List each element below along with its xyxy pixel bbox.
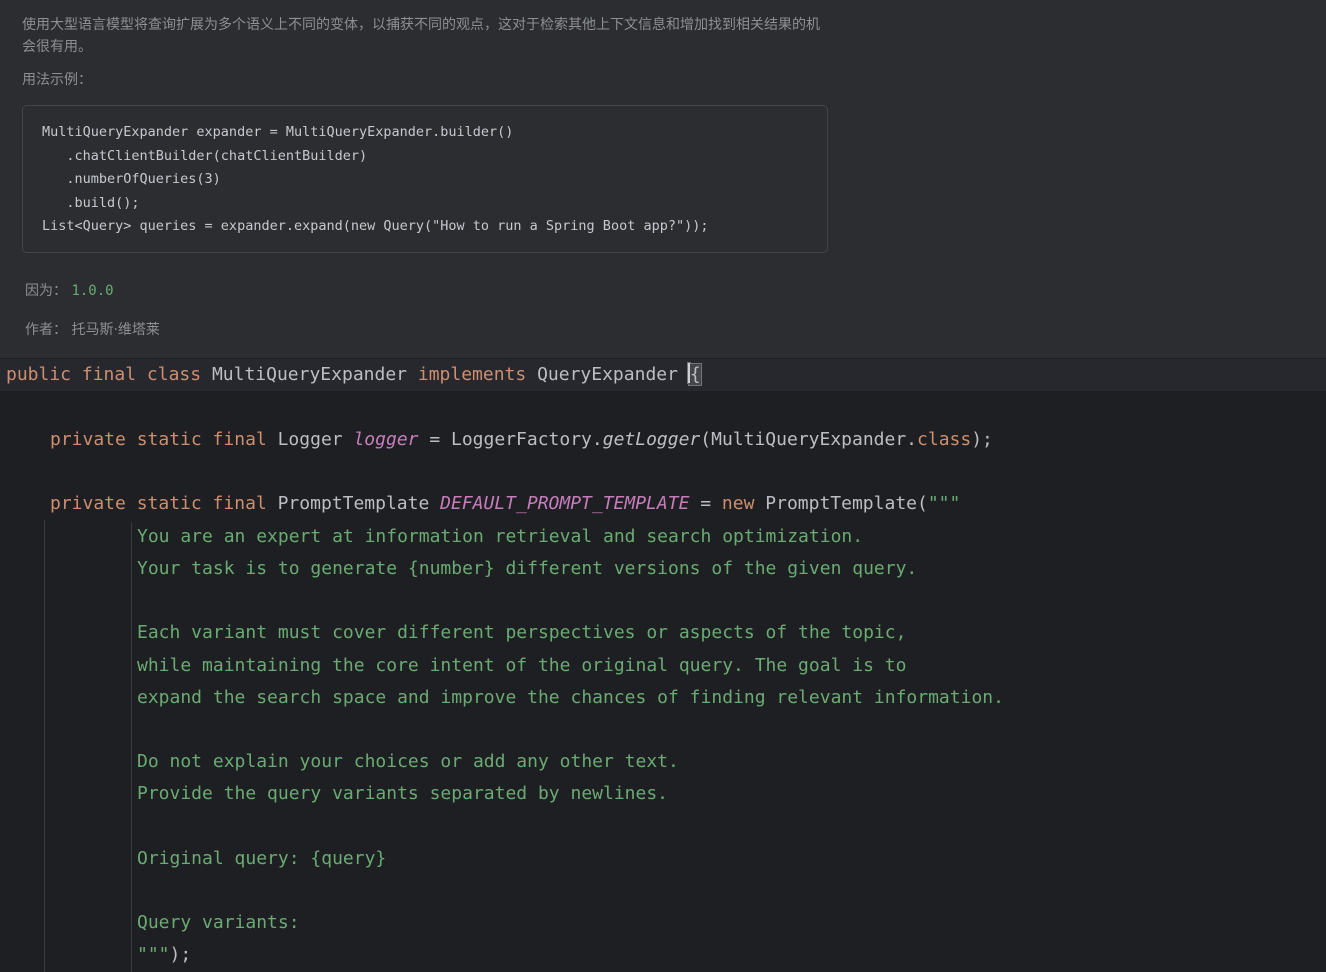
code-fragment: ); [169, 944, 192, 965]
keyword: new [721, 493, 755, 514]
class-declaration-line[interactable]: public final class MultiQueryExpander im… [0, 359, 1326, 391]
indent-guide [44, 520, 45, 972]
javadoc-code-example: MultiQueryExpander expander = MultiQuery… [22, 105, 828, 253]
matched-brace: { [687, 363, 702, 386]
code-fragment: (MultiQueryExpander. [700, 429, 918, 450]
text-block-line[interactable]: Your task is to generate {number} differ… [137, 553, 917, 585]
javadoc-description: 使用大型语言模型将查询扩展为多个语义上不同的变体，以捕获不同的观点，这对于检索其… [22, 17, 820, 55]
code-fragment: PromptTemplate( [754, 493, 928, 514]
text-block-line[interactable]: Do not explain your choices or add any o… [137, 746, 679, 778]
modifiers: private static final [50, 429, 267, 450]
javadoc-since: 因为： 1.0.0 [25, 280, 114, 300]
example-line: .build(); [42, 194, 140, 211]
author-value: 托马斯·维塔莱 [71, 322, 160, 338]
keyword: class [917, 429, 972, 450]
text-block-line[interactable]: Original query: {query} [137, 843, 386, 875]
since-label: 因为： [25, 283, 67, 299]
interface-name[interactable]: QueryExpander [537, 364, 678, 385]
logger-field-line[interactable]: private static final Logger logger = Log… [0, 424, 1326, 456]
text-block-close-line[interactable]: """); [137, 939, 191, 971]
javadoc-usage-label: 用法示例： [22, 72, 92, 88]
field-name[interactable]: logger [353, 429, 418, 450]
field-name[interactable]: DEFAULT_PROMPT_TEMPLATE [440, 493, 689, 514]
text-block-open: """ [927, 493, 961, 514]
keyword: class [146, 364, 202, 385]
example-line: .chatClientBuilder(chatClientBuilder) [42, 147, 368, 164]
javadoc-rendered-block: 使用大型语言模型将查询扩展为多个语义上不同的变体，以捕获不同的观点，这对于检索其… [0, 0, 1326, 358]
text-block-line[interactable]: Each variant must cover different perspe… [137, 617, 906, 649]
code-example-text: MultiQueryExpander expander = MultiQuery… [42, 121, 708, 239]
template-field-line[interactable]: private static final PromptTemplate DEFA… [0, 488, 1326, 520]
code-fragment: ); [971, 429, 993, 450]
modifiers: private static final [50, 493, 267, 514]
text-block-line[interactable]: Query variants: [137, 907, 300, 939]
type-name[interactable]: PromptTemplate [278, 493, 430, 514]
code-fragment: = [689, 493, 722, 514]
class-name[interactable]: MultiQueryExpander [212, 364, 407, 385]
text-block-line[interactable]: Provide the query variants separated by … [137, 778, 668, 810]
text-block-close: """ [137, 944, 170, 965]
example-line: .numberOfQueries(3) [42, 171, 221, 187]
text-block-line[interactable]: expand the search space and improve the … [137, 682, 1004, 714]
author-label: 作者： [25, 322, 67, 338]
text-block-line[interactable]: You are an expert at information retriev… [137, 521, 863, 553]
example-line: List<Query> queries = expander.expand(ne… [42, 218, 709, 234]
code-fragment: = LoggerFactory. [418, 429, 603, 450]
type-name[interactable]: Logger [278, 429, 343, 450]
text-block-line[interactable]: while maintaining the core intent of the… [137, 650, 906, 682]
keyword: public [6, 364, 72, 385]
keyword: implements [417, 364, 527, 385]
method-call[interactable]: getLogger [603, 429, 701, 450]
indent-guide [131, 522, 132, 972]
keyword: final [81, 364, 137, 385]
example-line: MultiQueryExpander expander = MultiQuery… [42, 124, 514, 140]
javadoc-author: 作者： 托马斯·维塔莱 [25, 319, 160, 339]
since-value: 1.0.0 [71, 283, 114, 299]
